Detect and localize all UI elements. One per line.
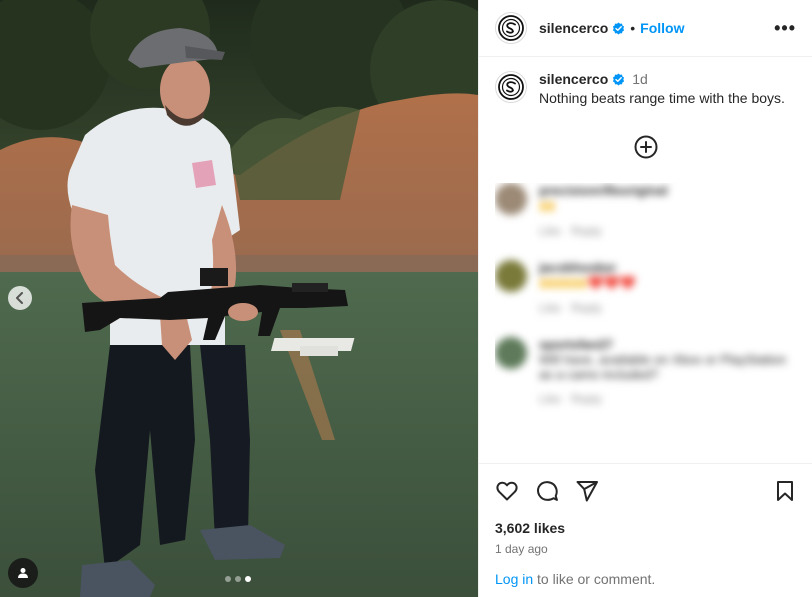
verified-badge-icon (612, 73, 625, 86)
commenter-avatar[interactable] (495, 260, 527, 292)
commenter-username[interactable]: jacobhooker (539, 260, 616, 275)
comment-item: sportsfan27 Will have, available on Xbox … (495, 337, 795, 406)
comment-meta: Like Reply (539, 224, 668, 238)
comment-reply-button[interactable]: Reply (571, 301, 602, 315)
carousel-dot (225, 576, 231, 582)
comment-item: precisionrifleoriginal 🙌 Like Reply (495, 183, 795, 238)
header-separator: • (630, 20, 636, 36)
carousel-dots (225, 576, 251, 582)
caption-header-line: silencerco 1d (539, 71, 785, 87)
post-header: silencerco • Follow ••• (479, 0, 812, 57)
author-username[interactable]: silencerco (539, 20, 608, 36)
commenter-username[interactable]: precisionrifleoriginal (539, 183, 668, 198)
login-prompt: Log in to like or comment. (495, 571, 655, 587)
comment-reply-button[interactable]: Reply (571, 224, 602, 238)
comment-meta: Like Reply (539, 301, 636, 315)
silencerco-logo-icon (498, 15, 524, 41)
caption-body: Nothing beats range time with the boys. (539, 90, 785, 106)
more-options-icon[interactable]: ••• (774, 18, 796, 39)
carousel-dot-active (245, 576, 251, 582)
chevron-left-icon (16, 292, 23, 304)
post-photo (0, 0, 478, 597)
comment-text: 🙌 (539, 198, 556, 213)
comment-like-button[interactable]: Like (539, 301, 561, 315)
tagged-users-button[interactable] (8, 558, 38, 588)
commenter-avatar[interactable] (495, 183, 527, 215)
likes-count[interactable]: 3,602 likes (495, 520, 797, 536)
actions-bar: 3,602 likes 1 day ago (479, 463, 812, 556)
comment-meta: Like Reply (539, 392, 795, 406)
login-link[interactable]: Log in (495, 571, 533, 587)
login-prompt-text: to like or comment. (533, 571, 656, 587)
comment-body: sportsfan27 Will have, available on Xbox … (539, 337, 795, 406)
comment-text: Will have, available on Xbox or PlayStat… (539, 352, 787, 382)
plus-circle-icon[interactable] (634, 135, 658, 159)
comment-icon[interactable] (535, 479, 559, 503)
caption: silencerco 1d Nothing beats range time w… (479, 57, 812, 106)
user-tag-icon (18, 568, 28, 578)
comments-list[interactable]: precisionrifleoriginal 🙌 Like Reply jacobho… (495, 183, 795, 463)
photo-scene (0, 0, 478, 597)
comment-like-button[interactable]: Like (539, 224, 561, 238)
verified-badge-icon (612, 22, 625, 35)
post-date[interactable]: 1 day ago (495, 542, 797, 556)
post-panel: silencerco • Follow ••• silencerco 1d No… (478, 0, 812, 597)
share-icon[interactable] (575, 479, 599, 503)
comment-text: 🙌🙌🙌❤️❤️❤️ (539, 275, 637, 290)
caption-username[interactable]: silencerco (539, 71, 608, 87)
caption-author-avatar[interactable] (495, 71, 527, 103)
comment-body: jacobhooker 🙌🙌🙌❤️❤️❤️ Like Reply (539, 260, 636, 315)
follow-button[interactable]: Follow (640, 20, 684, 36)
commenter-avatar[interactable] (495, 337, 527, 369)
carousel-dot (235, 576, 241, 582)
comment-item: jacobhooker 🙌🙌🙌❤️❤️❤️ Like Reply (495, 260, 795, 315)
action-icons (495, 478, 797, 504)
caption-timestamp[interactable]: 1d (632, 71, 648, 87)
bookmark-icon[interactable] (773, 479, 797, 503)
silencerco-logo-icon (498, 74, 524, 100)
comment-body: precisionrifleoriginal 🙌 Like Reply (539, 183, 668, 238)
comment-like-button[interactable]: Like (539, 392, 561, 406)
comment-reply-button[interactable]: Reply (571, 392, 602, 406)
commenter-username[interactable]: sportsfan27 (539, 337, 613, 352)
author-avatar[interactable] (495, 12, 527, 44)
heart-icon[interactable] (495, 479, 519, 503)
caption-text-block: silencerco 1d Nothing beats range time w… (539, 71, 785, 106)
carousel-prev-button[interactable] (8, 286, 32, 310)
